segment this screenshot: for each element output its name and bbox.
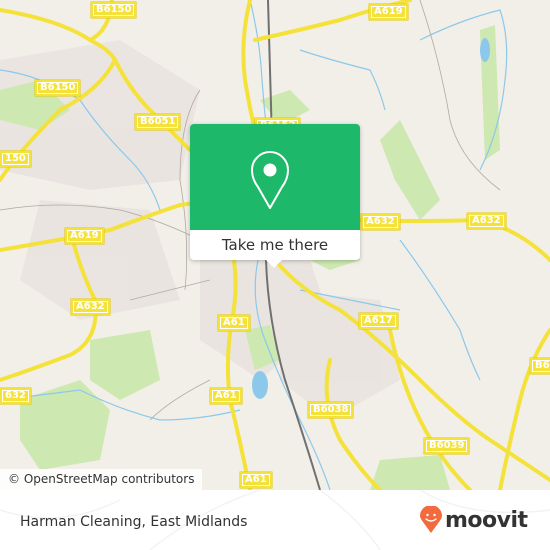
take-me-there-button[interactable]: Take me there (190, 230, 360, 260)
road-label-a619: A619 (369, 4, 408, 20)
moovit-logo[interactable]: moovit (420, 505, 528, 535)
road-label-a61: A61 (218, 315, 250, 331)
map-pin-icon (251, 151, 289, 209)
road-label-a61: A61 (240, 472, 272, 488)
road-label-a617: A617 (359, 313, 398, 329)
popup-pointer (266, 260, 282, 268)
brand-name: moovit (445, 507, 528, 533)
road-label-b6150: 150 (0, 151, 31, 167)
location-popup: Take me there (190, 124, 360, 268)
popup-header (190, 124, 360, 230)
road-label-a632: A632 (467, 213, 506, 229)
road-label-b6: B6 (530, 358, 550, 374)
moovit-pin-icon (420, 506, 442, 533)
road-label-a632: 632 (0, 388, 31, 404)
place-name: Harman Cleaning, East Midlands (20, 514, 248, 530)
road-label-b6051: B6051 (135, 114, 181, 130)
road-label-b6150: B6150 (35, 80, 81, 96)
map-area[interactable]: B6150 A619 B6150 B6051 150 A619 A632 A63… (0, 0, 550, 490)
road-label-b6039: B6039 (424, 438, 470, 454)
map-attribution[interactable]: © OpenStreetMap contributors (0, 469, 203, 490)
road-label-a632: A632 (71, 299, 110, 315)
road-label-a61: A61 (210, 388, 242, 404)
road-label-b6150: B6150 (91, 2, 137, 18)
road-label-a619: A619 (65, 228, 104, 244)
road-label-a632: A632 (361, 214, 400, 230)
road-label-b6038: B6038 (308, 402, 354, 418)
